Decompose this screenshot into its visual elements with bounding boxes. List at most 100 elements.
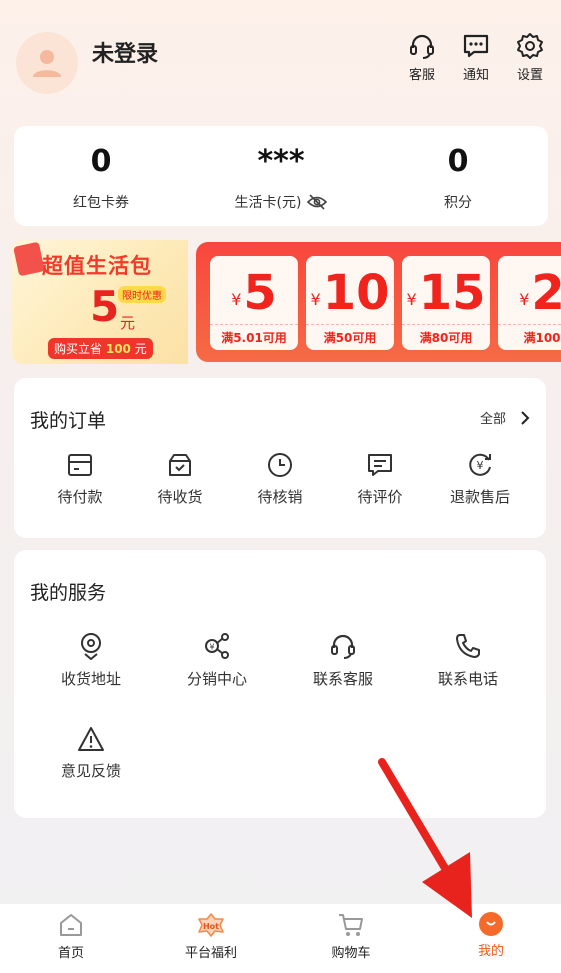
service-feedback[interactable]: 意见反馈 (46, 726, 136, 781)
stat-life-card-value: *** (257, 144, 305, 179)
promo-unit: 元 (120, 314, 136, 332)
coupon-card[interactable]: ¥2 满100 (498, 256, 561, 350)
coupon-card[interactable]: ¥5 满5.01可用 (210, 256, 298, 350)
service-contact-support[interactable]: 联系客服 (298, 632, 388, 689)
tab-me-label: 我的 (477, 944, 504, 959)
order-item-label: 待核销 (257, 488, 303, 506)
wallet-icon (68, 454, 92, 476)
coupon-condition: 满100 (498, 324, 561, 350)
promo-amount: 5 (90, 282, 120, 331)
hot-icon: Hot (198, 913, 224, 937)
promo-banner[interactable]: 超值生活包 5 限时优惠 元 购买立省 100 元 ¥5 满5.01可用 ¥10… (12, 240, 561, 364)
service-distribution[interactable]: ¥ 分销中心 (172, 632, 262, 689)
stat-life-card-label: 生活卡(元) (234, 195, 302, 211)
location-icon (81, 633, 101, 660)
coupon-condition: 满50可用 (306, 324, 394, 350)
stat-coupons-label: 红包卡券 (73, 195, 129, 211)
order-item-label: 待付款 (57, 488, 103, 506)
settings-label: 设置 (516, 68, 543, 83)
gear-icon (517, 33, 543, 59)
eye-hidden-icon[interactable] (307, 194, 328, 210)
chevron-right-icon (521, 410, 530, 425)
tab-platform-welfare[interactable]: Hot 平台福利 (166, 912, 256, 961)
order-pending-payment[interactable]: 待付款 (35, 452, 125, 507)
order-item-label: 退款售后 (449, 488, 510, 506)
promo-buy-amount: 100 (105, 342, 131, 356)
stat-points-value: 0 (447, 144, 469, 179)
coupon-amount: 15 (418, 265, 486, 321)
bottom-tab-bar: 首页 Hot 平台福利 购物车 我的 (0, 904, 561, 973)
cart-icon (339, 914, 363, 936)
all-orders-link[interactable]: 全部 (480, 408, 530, 427)
notification-label: 通知 (462, 68, 489, 83)
order-refund[interactable]: ¥ 退款售后 (435, 452, 525, 507)
services-title: 我的服务 (30, 582, 107, 604)
stat-coupons[interactable]: 0 红包卡券 (31, 144, 171, 212)
coupon-condition: 满80可用 (402, 324, 490, 350)
service-address[interactable]: 收货地址 (46, 632, 136, 689)
tab-platform-welfare-label: 平台福利 (184, 946, 237, 961)
tab-home-label: 首页 (57, 946, 84, 961)
avatar[interactable] (16, 32, 78, 94)
services-card: 我的服务 收货地址 ¥ 分销中心 联系客服 联系电话 意见反馈 (14, 550, 546, 818)
orders-title: 我的订单 (30, 410, 107, 432)
user-icon (33, 50, 61, 77)
hot-badge-text: Hot (203, 922, 219, 931)
life-package-promo[interactable]: 超值生活包 5 限时优惠 元 购买立省 100 元 (12, 240, 188, 364)
home-icon (60, 914, 82, 936)
settings-button[interactable]: 设置 (510, 32, 550, 83)
service-item-label: 联系电话 (437, 670, 498, 688)
coupon-currency: ¥ (231, 290, 242, 309)
refund-icon: ¥ (469, 453, 491, 476)
headset-icon (410, 34, 434, 59)
stat-life-card[interactable]: *** 生活卡(元) (211, 144, 351, 212)
customer-service-button[interactable]: 客服 (402, 32, 442, 83)
all-orders-label: 全部 (479, 412, 506, 427)
coupon-strip[interactable]: ¥5 满5.01可用 ¥10 满50可用 ¥15 满80可用 ¥2 满100 (196, 242, 561, 362)
profile-header: 未登录 客服 通知 设置 (0, 0, 561, 120)
clock-icon (268, 453, 292, 477)
coupon-amount: 10 (322, 265, 390, 321)
username[interactable]: 未登录 (92, 36, 158, 68)
promo-buy-badge: 购买立省 100 元 (48, 338, 153, 359)
order-item-label: 待收货 (157, 488, 203, 506)
me-icon (479, 912, 503, 936)
svg-text:¥: ¥ (209, 643, 214, 652)
orders-card: 我的订单 全部 待付款 待收货 待核销 待评价 ¥ 退款售后 (14, 378, 546, 538)
coupon-currency: ¥ (406, 290, 417, 309)
tab-cart[interactable]: 购物车 (306, 912, 396, 961)
service-item-label: 分销中心 (186, 670, 247, 688)
phone-icon (456, 634, 480, 658)
coupon-card[interactable]: ¥15 满80可用 (402, 256, 490, 350)
service-contact-phone[interactable]: 联系电话 (423, 632, 513, 689)
promo-title: 超值生活包 (42, 254, 152, 278)
order-item-label: 待评价 (357, 488, 403, 506)
package-icon (169, 454, 191, 476)
order-pending-verify[interactable]: 待核销 (235, 452, 325, 507)
tab-home[interactable]: 首页 (26, 912, 116, 961)
coupon-condition: 满5.01可用 (210, 324, 298, 350)
tab-cart-label: 购物车 (331, 946, 371, 961)
stat-points-label: 积分 (444, 195, 472, 211)
share-icon: ¥ (205, 633, 229, 659)
notification-button[interactable]: 通知 (456, 32, 496, 83)
stat-points[interactable]: 0 积分 (388, 144, 528, 212)
coupon-currency: ¥ (519, 290, 530, 309)
coupon-amount: 2 (531, 265, 561, 321)
order-pending-review[interactable]: 待评价 (335, 452, 425, 507)
assets-card: 0 红包卡券 *** 生活卡(元) 0 积分 (14, 126, 548, 226)
svg-text:¥: ¥ (477, 459, 484, 472)
service-item-label: 联系客服 (312, 670, 373, 688)
service-item-label: 意见反馈 (60, 762, 121, 780)
order-pending-receipt[interactable]: 待收货 (135, 452, 225, 507)
gift-icon (13, 241, 45, 277)
coupon-amount: 5 (243, 265, 277, 321)
promo-tag: 限时优惠 (118, 286, 166, 303)
comment-icon (368, 454, 392, 476)
warning-icon (78, 727, 104, 751)
tab-me[interactable]: 我的 (446, 912, 536, 959)
coupon-currency: ¥ (310, 290, 321, 309)
message-icon (463, 34, 489, 58)
promo-buy-prefix: 购买立省 (54, 342, 103, 356)
coupon-card[interactable]: ¥10 满50可用 (306, 256, 394, 350)
